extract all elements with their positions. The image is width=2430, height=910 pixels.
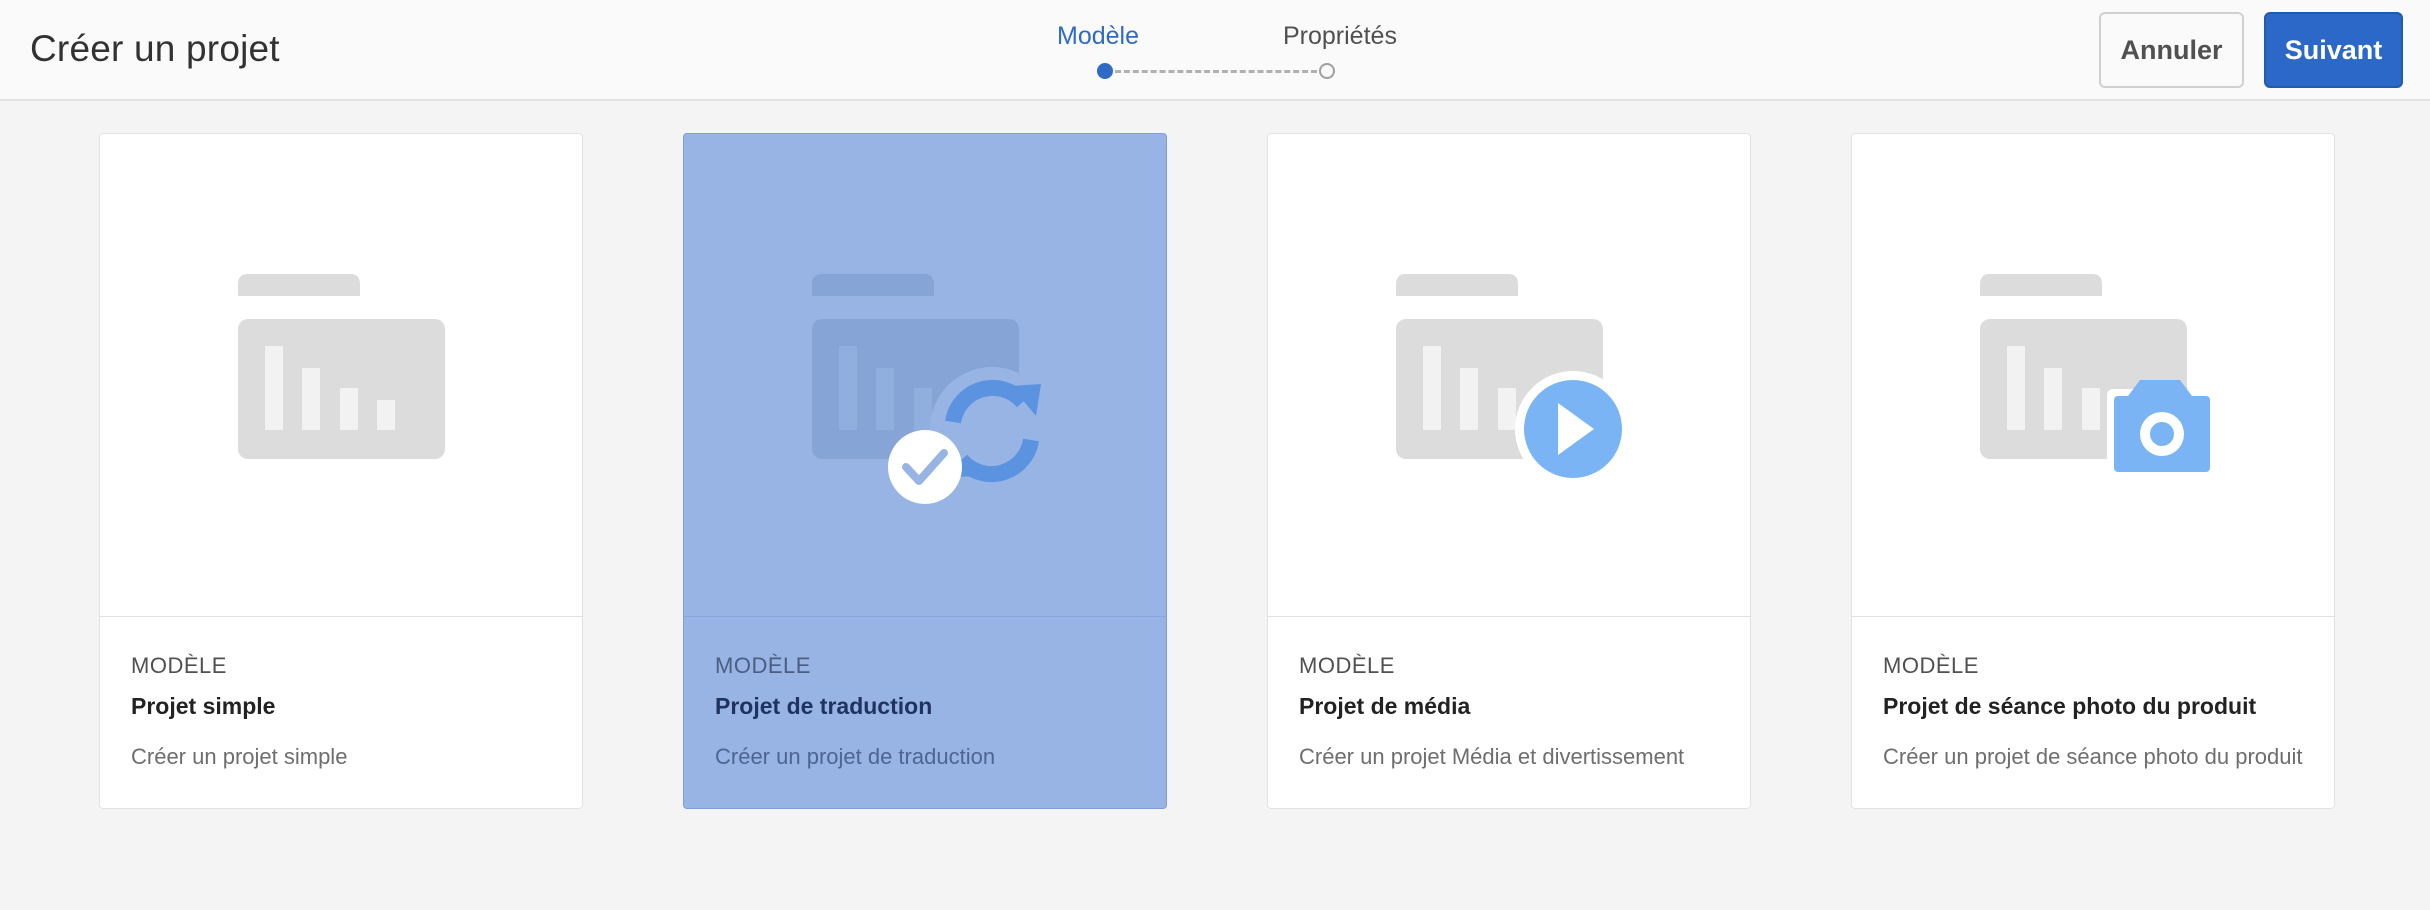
card-type-label: MODÈLE xyxy=(1299,653,1395,678)
step-template-dot xyxy=(1097,63,1113,79)
card-thumbnail xyxy=(1268,134,1750,617)
step-properties-label[interactable]: Propriétés xyxy=(1283,22,1397,51)
card-thumbnail xyxy=(684,134,1166,617)
folder-camera-icon xyxy=(1980,274,2217,475)
template-card-translation-project[interactable]: MODÈLE Projet de traduction Créer un pro… xyxy=(683,133,1167,809)
folder-sync-icon xyxy=(812,274,1054,504)
card-title: Projet simple xyxy=(131,693,276,719)
card-description: Créer un projet de traduction xyxy=(715,744,996,769)
card-type-label: MODÈLE xyxy=(1883,653,1979,678)
card-title: Projet de traduction xyxy=(715,693,933,719)
folder-play-icon xyxy=(1396,274,1631,487)
template-card-photoshoot-project[interactable]: MODÈLE Projet de séance photo du produit… xyxy=(1851,133,2335,809)
card-title: Projet de média xyxy=(1299,693,1471,719)
card-description: Créer un projet de séance photo du produ… xyxy=(1883,744,2303,769)
card-thumbnail xyxy=(100,134,582,617)
card-description: Créer un projet Média et divertissement xyxy=(1299,744,1685,769)
header-bar: Créer un projet Modèle Propriétés Annule… xyxy=(0,0,2430,101)
folder-chart-icon xyxy=(238,274,445,459)
template-card-media-project[interactable]: MODÈLE Projet de média Créer un projet M… xyxy=(1267,133,1751,809)
next-button[interactable]: Suivant xyxy=(2264,12,2403,88)
page-title: Créer un projet xyxy=(30,28,280,69)
step-properties-dot xyxy=(1319,63,1335,79)
card-type-label: MODÈLE xyxy=(131,653,227,678)
card-title: Projet de séance photo du produit xyxy=(1883,693,2257,719)
step-connector xyxy=(1115,70,1317,73)
card-description: Créer un projet simple xyxy=(131,744,348,769)
step-template-label[interactable]: Modèle xyxy=(1057,22,1139,51)
card-thumbnail xyxy=(1852,134,2334,617)
wizard-step-indicator xyxy=(1097,63,1335,79)
template-card-simple-project[interactable]: MODÈLE Projet simple Créer un projet sim… xyxy=(99,133,583,809)
cancel-button[interactable]: Annuler xyxy=(2099,12,2244,88)
card-type-label: MODÈLE xyxy=(715,653,811,678)
